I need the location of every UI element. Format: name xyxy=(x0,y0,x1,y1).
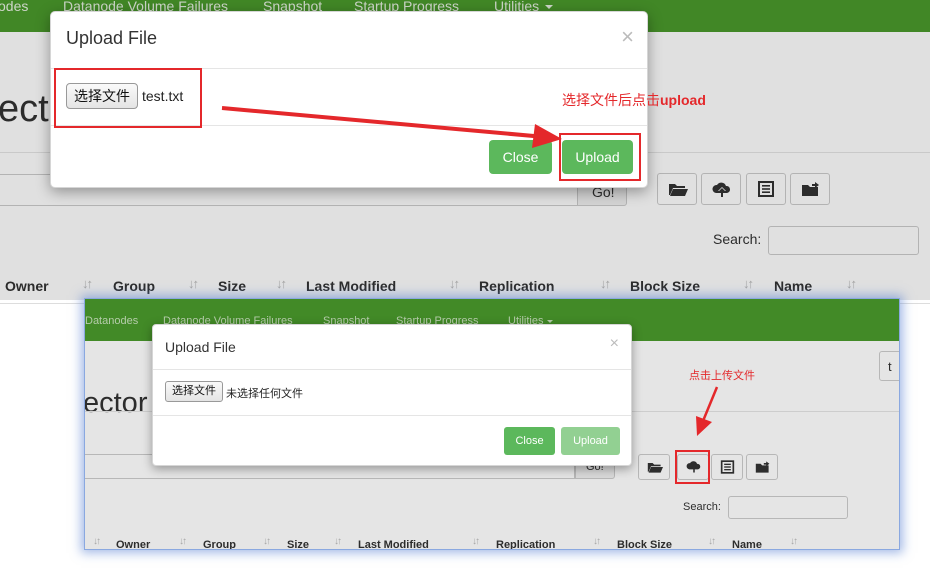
annotation-text-bold: upload xyxy=(660,92,706,108)
annotation-text-main: 选择文件后点击 xyxy=(562,92,660,108)
red-arrow-icon xyxy=(221,106,562,148)
annotation-text: 选择文件后点击upload xyxy=(562,90,706,110)
main-screenshot: odes Datanode Volume Failures Snapshot S… xyxy=(0,0,930,304)
inset-screenshot: Datanodes Datanode Volume Failures Snaps… xyxy=(84,298,900,550)
upload-icon-highlight xyxy=(675,450,710,484)
red-arrow-icon xyxy=(696,386,719,436)
